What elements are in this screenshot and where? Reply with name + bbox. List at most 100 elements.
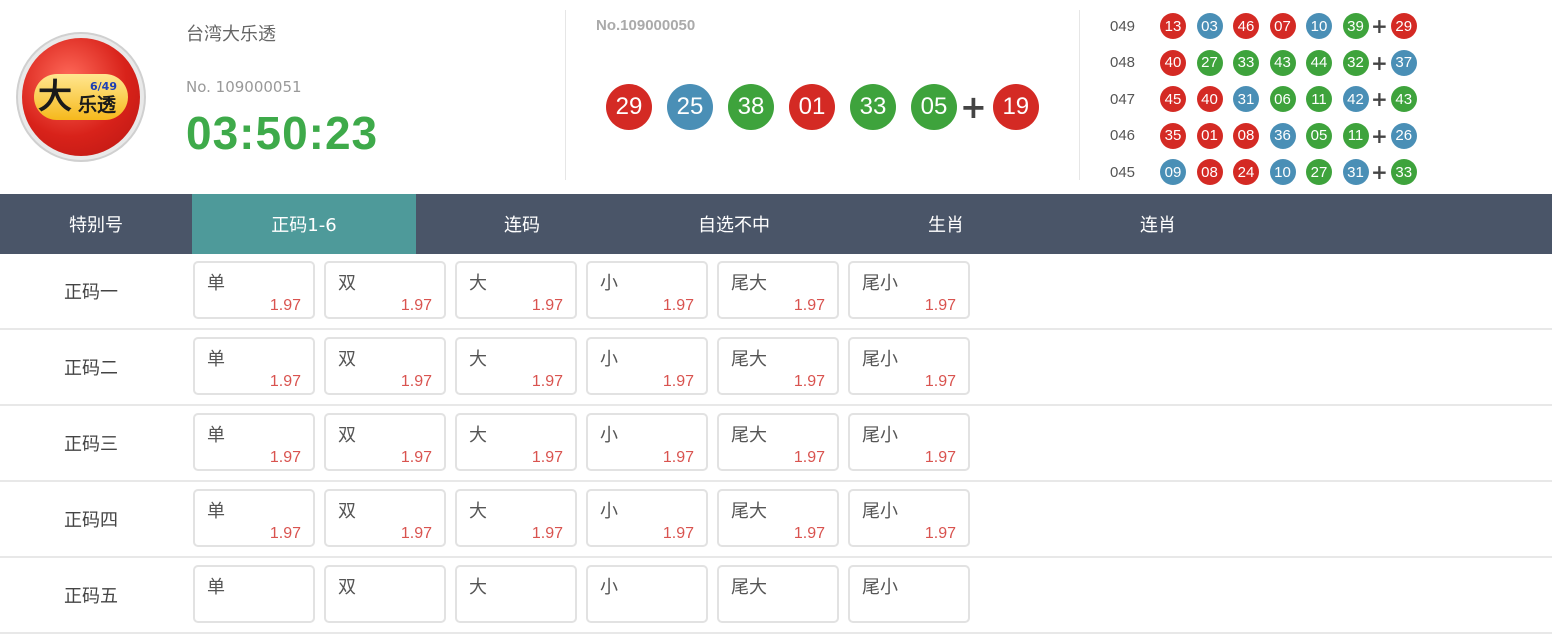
bet-option-odds: 1.97 — [531, 297, 563, 314]
bet-option-label: 双 — [338, 577, 356, 598]
bet-option[interactable]: 尾小 1.97 — [848, 337, 970, 395]
bet-option-label: 尾大 — [731, 273, 767, 294]
lottery-ball: 08 — [1233, 122, 1259, 149]
lottery-ball: 42 — [1342, 86, 1369, 113]
bet-option[interactable]: 大 1.97 — [455, 489, 577, 547]
tab-2[interactable]: 连码 — [416, 194, 628, 254]
lottery-ball: 35 — [1160, 122, 1186, 149]
bet-option[interactable]: 大 1.97 — [455, 261, 577, 319]
lottery-ball: 25 — [667, 84, 713, 130]
special-ball: 29 — [1390, 13, 1417, 40]
bet-option[interactable]: 小 1.97 — [586, 337, 708, 395]
bet-option[interactable]: 大 — [455, 565, 577, 623]
bet-option-odds: 1.97 — [400, 297, 432, 314]
lottery-ball: 27 — [1196, 49, 1223, 76]
tab-bar: 特别号 正码1-6 连码 自选不中 生肖 连肖 — [0, 194, 1552, 254]
lottery-ball: 10 — [1269, 159, 1296, 186]
bet-option[interactable]: 单 1.97 — [193, 413, 315, 471]
bet-option[interactable]: 双 1.97 — [324, 489, 446, 547]
lottery-ball: 29 — [606, 84, 652, 130]
bet-option[interactable]: 小 1.97 — [586, 261, 708, 319]
bet-option[interactable]: 单 1.97 — [193, 489, 315, 547]
bet-option-odds: 1.97 — [793, 525, 825, 542]
bet-option[interactable]: 单 1.97 — [193, 337, 315, 395]
plus-sign: + — [1371, 87, 1388, 112]
bet-option-odds: 1.97 — [662, 449, 694, 466]
bet-option-odds: 1.97 — [793, 373, 825, 390]
lottery-logo: 大 6/49 乐透 — [22, 38, 140, 156]
bet-option-odds: 1.97 — [269, 449, 301, 466]
bet-option[interactable]: 尾大 — [717, 565, 839, 623]
bet-option-odds: 1.97 — [662, 373, 694, 390]
bet-option-label: 尾小 — [862, 273, 898, 294]
bet-option[interactable]: 单 — [193, 565, 315, 623]
plus-sign: + — [1371, 160, 1388, 185]
bet-option[interactable]: 大 1.97 — [455, 337, 577, 395]
lottery-ball: 31 — [1233, 86, 1259, 113]
lottery-ball: 45 — [1160, 86, 1186, 113]
bet-option[interactable]: 尾小 1.97 — [848, 261, 970, 319]
tab-4[interactable]: 生肖 — [840, 194, 1052, 254]
lottery-ball: 05 — [911, 84, 957, 130]
bet-option-odds: 1.97 — [793, 297, 825, 314]
bet-option-odds: 1.97 — [924, 525, 956, 542]
history-row: 047 45 40 31 06 11 42 +43 — [1110, 81, 1427, 118]
history-row: 048 40 27 33 43 44 32 +37 — [1110, 45, 1427, 82]
lottery-ball: 40 — [1160, 49, 1186, 76]
tab-0[interactable]: 特别号 — [0, 194, 192, 254]
countdown-timer: 03:50:23 — [186, 107, 379, 159]
bet-option[interactable]: 小 — [586, 565, 708, 623]
lottery-ball: 13 — [1160, 13, 1186, 40]
bet-option-odds: 1.97 — [531, 449, 563, 466]
bet-option[interactable]: 双 1.97 — [324, 261, 446, 319]
bet-option[interactable]: 双 1.97 — [324, 337, 446, 395]
tab-3[interactable]: 自选不中 — [628, 194, 840, 254]
bet-option-label: 尾小 — [862, 425, 898, 446]
bet-option-label: 尾大 — [731, 425, 767, 446]
lottery-ball: 33 — [1233, 49, 1259, 76]
plus-sign: + — [960, 88, 987, 126]
bet-option-odds: 1.97 — [662, 525, 694, 542]
bet-option-label: 大 — [469, 501, 487, 522]
bet-option[interactable]: 尾小 1.97 — [848, 489, 970, 547]
logo-text-big: 大 — [38, 77, 72, 117]
bet-option-odds: 1.97 — [269, 297, 301, 314]
bet-option-odds: 1.97 — [269, 525, 301, 542]
bet-option[interactable]: 双 — [324, 565, 446, 623]
bet-option[interactable]: 单 1.97 — [193, 261, 315, 319]
bet-option-label: 大 — [469, 577, 487, 598]
bet-option-label: 尾大 — [731, 501, 767, 522]
lottery-ball: 03 — [1196, 13, 1223, 40]
logo-text-small: 乐透 — [78, 94, 117, 116]
table-row: 正码四 单 1.97 双 1.97 大 1.97 小 1.97 尾大 1.97 尾小 1.97 — [0, 482, 1552, 558]
history-row: 045 09 08 24 10 27 31 +33 — [1110, 154, 1427, 191]
lottery-ball: 38 — [728, 84, 774, 130]
bet-option[interactable]: 小 1.97 — [586, 489, 708, 547]
bet-option-label: 单 — [207, 577, 225, 598]
plus-sign: + — [1371, 50, 1388, 75]
lottery-ball: 01 — [789, 84, 835, 130]
lottery-ball: 27 — [1306, 159, 1332, 186]
bet-option[interactable]: 尾大 1.97 — [717, 413, 839, 471]
bet-option-label: 双 — [338, 501, 356, 522]
bet-option[interactable]: 双 1.97 — [324, 413, 446, 471]
lottery-ball: 06 — [1269, 86, 1296, 113]
bet-option[interactable]: 尾大 1.97 — [717, 489, 839, 547]
tab-1[interactable]: 正码1-6 — [192, 194, 416, 254]
bet-option-label: 小 — [600, 349, 618, 370]
bet-option-odds: 1.97 — [793, 449, 825, 466]
bet-option[interactable]: 尾小 1.97 — [848, 413, 970, 471]
bet-option-label: 单 — [207, 349, 225, 370]
bet-option[interactable]: 尾小 — [848, 565, 970, 623]
special-ball: 37 — [1390, 49, 1417, 76]
bet-option-odds: 1.97 — [924, 373, 956, 390]
bet-option[interactable]: 大 1.97 — [455, 413, 577, 471]
lottery-ball: 31 — [1342, 159, 1369, 186]
bet-option-label: 双 — [338, 273, 356, 294]
row-label: 正码四 — [64, 510, 118, 531]
tab-5[interactable]: 连肖 — [1052, 194, 1264, 254]
lottery-ball: 10 — [1306, 13, 1332, 40]
bet-option[interactable]: 尾大 1.97 — [717, 261, 839, 319]
bet-option[interactable]: 尾大 1.97 — [717, 337, 839, 395]
bet-option[interactable]: 小 1.97 — [586, 413, 708, 471]
